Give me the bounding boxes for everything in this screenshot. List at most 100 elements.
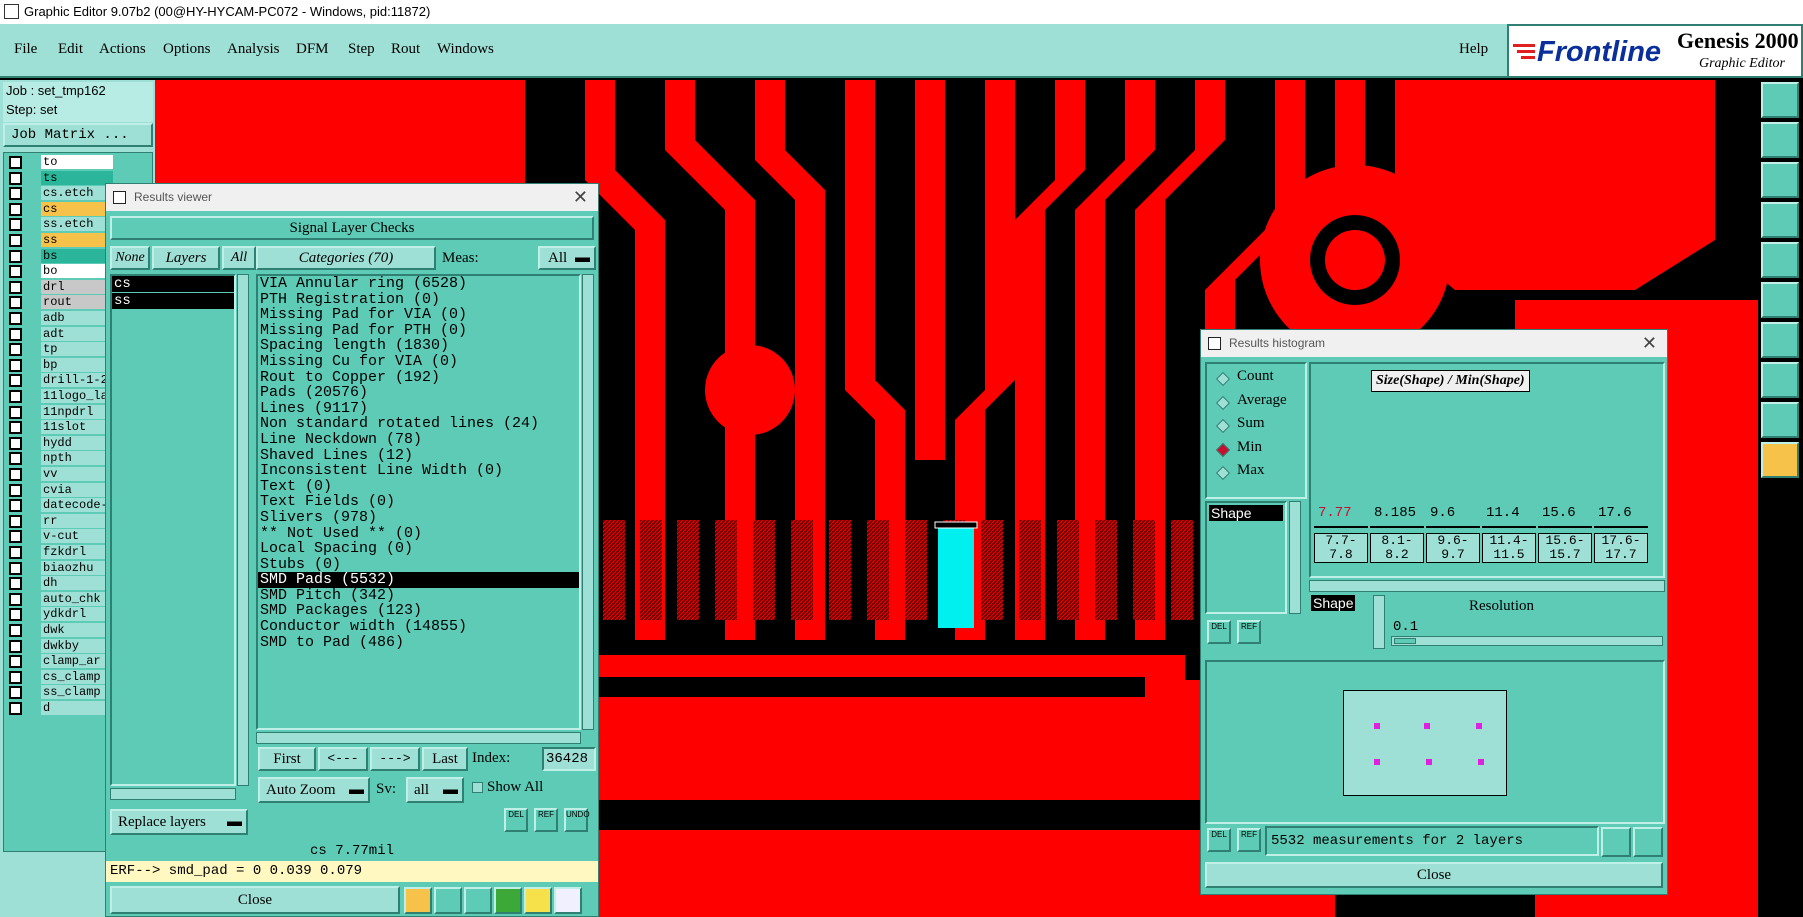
category-item[interactable]: Lines (9117) xyxy=(258,401,579,417)
tool-zoom-fit-icon[interactable] xyxy=(1761,162,1799,198)
menu-help[interactable]: Help xyxy=(1459,41,1488,58)
layer-checkbox[interactable] xyxy=(9,436,22,450)
histogram-bar[interactable] xyxy=(1314,526,1368,532)
layer-row-bo[interactable]: bo xyxy=(9,264,113,279)
layer-row-v-cut[interactable]: v-cut xyxy=(9,529,113,544)
layer-row-dwk[interactable]: dwk xyxy=(9,623,113,638)
histogram-hscrollbar[interactable] xyxy=(1309,580,1665,592)
layer-row-tp[interactable]: tp xyxy=(9,342,113,357)
category-item[interactable]: PTH Registration (0) xyxy=(258,291,579,308)
categories-scrollbar[interactable] xyxy=(582,274,594,730)
layers-scrollbar[interactable] xyxy=(237,274,249,786)
layer-row-vv[interactable]: vv xyxy=(9,467,113,482)
ref-icon[interactable]: REF xyxy=(1237,828,1261,852)
shape-list[interactable]: Shape xyxy=(1205,501,1287,614)
layer-checkbox[interactable] xyxy=(9,390,22,403)
layer-checkbox[interactable] xyxy=(9,592,22,606)
tool-pan-icon[interactable] xyxy=(1761,122,1799,158)
category-item[interactable]: Text Fields (0) xyxy=(258,494,579,510)
ref-icon[interactable]: REF xyxy=(1237,620,1261,644)
layer-checkbox[interactable] xyxy=(9,358,22,372)
layer-checkbox[interactable] xyxy=(9,624,22,637)
layer-row-11slot[interactable]: 11slot xyxy=(9,420,113,435)
mode-radio-min[interactable] xyxy=(1215,442,1231,457)
layer-row-biaozhu[interactable]: biaozhu xyxy=(9,560,113,576)
resolution-scroll[interactable] xyxy=(1373,595,1385,649)
histogram-bin-range[interactable]: 9.6- 9.7 xyxy=(1426,533,1480,563)
filter-icon[interactable] xyxy=(404,887,432,914)
layer-item-ss[interactable]: ss xyxy=(112,293,234,309)
report-icon[interactable] xyxy=(1601,827,1631,857)
layer-row-d[interactable]: d xyxy=(9,701,113,716)
histogram-icon[interactable] xyxy=(554,887,582,914)
histogram-bin-range[interactable]: 15.6- 15.7 xyxy=(1538,533,1592,563)
chart-icon[interactable] xyxy=(1633,827,1663,857)
category-item[interactable]: Non standard rotated lines (24) xyxy=(258,416,579,432)
category-item[interactable]: Rout to Copper (192) xyxy=(258,369,579,386)
layers-button[interactable]: Layers xyxy=(152,246,220,270)
mode-radio-max[interactable] xyxy=(1215,465,1231,481)
layer-row-drill-1-2[interactable]: drill-1-2 xyxy=(9,373,113,388)
menu-step[interactable]: Step xyxy=(348,41,375,58)
layer-checkbox[interactable] xyxy=(9,530,22,544)
layer-row-hydd[interactable]: hydd xyxy=(9,435,113,451)
category-item[interactable]: VIA Annular ring (6528) xyxy=(258,276,579,292)
tool-snap-icon[interactable] xyxy=(1761,242,1799,278)
show-all-checkbox[interactable] xyxy=(472,782,483,793)
layer-row-fzkdrl[interactable]: fzkdrl xyxy=(9,545,113,560)
undo-icon[interactable]: UNDO xyxy=(564,808,590,832)
category-item[interactable]: Missing Pad for PTH (0) xyxy=(258,323,579,339)
histogram-bin-range[interactable]: 11.4- 11.5 xyxy=(1482,533,1536,563)
del-icon[interactable]: DEL xyxy=(1207,620,1231,644)
layer-row-cs-clamp[interactable]: cs_clamp xyxy=(9,669,113,685)
menu-analysis[interactable]: Analysis xyxy=(227,41,280,58)
layer-row-adt[interactable]: adt xyxy=(9,326,113,342)
histogram-bar[interactable] xyxy=(1482,526,1536,532)
category-item[interactable]: Local Spacing (0) xyxy=(258,541,579,557)
layer-checkbox[interactable] xyxy=(9,499,22,513)
stop-icon[interactable] xyxy=(434,887,462,914)
layer-row-adb[interactable]: adb xyxy=(9,311,113,326)
resolution-slider[interactable] xyxy=(1391,636,1663,646)
layer-row-ss[interactable]: ss xyxy=(9,233,113,248)
layer-row-bs[interactable]: bs xyxy=(9,248,113,264)
tool-zoom-home-icon[interactable] xyxy=(1761,82,1799,118)
shape-list-item[interactable]: Shape xyxy=(1209,505,1283,521)
auto-zoom-dropdown[interactable]: Auto Zoom ▬ xyxy=(258,777,370,803)
category-item[interactable]: SMD Pads (5532) xyxy=(258,572,579,588)
layer-checkbox[interactable] xyxy=(9,218,22,232)
menu-rout[interactable]: Rout xyxy=(391,41,420,58)
layer-checkbox[interactable] xyxy=(9,546,22,559)
histogram-bin-range[interactable]: 7.7- 7.8 xyxy=(1314,533,1368,563)
layer-checkbox[interactable] xyxy=(9,686,22,700)
layer-row-cs[interactable]: cs xyxy=(9,201,113,217)
category-item[interactable]: Slivers (978) xyxy=(258,510,579,526)
mode-radio-average[interactable] xyxy=(1215,395,1231,410)
layer-checkbox[interactable] xyxy=(9,312,22,325)
resolution-slider-thumb[interactable] xyxy=(1394,638,1416,644)
shape-scrollbar[interactable] xyxy=(1289,501,1301,614)
replace-layers-dropdown[interactable]: Replace layers ▬ xyxy=(110,809,248,835)
layers-hscrollbar[interactable] xyxy=(110,788,236,800)
histogram-bar[interactable] xyxy=(1426,526,1480,532)
clear-icon[interactable] xyxy=(464,887,492,914)
category-item[interactable]: Text (0) xyxy=(258,479,579,495)
category-item[interactable]: Shaved Lines (12) xyxy=(258,447,579,464)
categories-list[interactable]: VIA Annular ring (6528) PTH Registration … xyxy=(256,274,581,730)
layer-checkbox[interactable] xyxy=(9,234,22,247)
layer-checkbox[interactable] xyxy=(9,577,22,591)
del-icon[interactable]: DEL xyxy=(1207,828,1231,852)
layer-checkbox[interactable] xyxy=(9,280,22,294)
menu-edit[interactable]: Edit xyxy=(58,41,83,58)
category-item[interactable]: Line Neckdown (78) xyxy=(258,432,579,448)
layer-row-to[interactable]: to xyxy=(9,155,113,170)
ref-icon[interactable]: REF xyxy=(534,808,558,832)
index-input[interactable]: 36428 xyxy=(542,747,596,771)
layer-row-datecode-[interactable]: datecode- xyxy=(9,498,113,513)
prev-button[interactable]: <--- xyxy=(318,747,368,771)
category-item[interactable]: Pads (20576) xyxy=(258,385,579,401)
layer-checkbox[interactable] xyxy=(9,702,22,715)
layer-row-clamp-ar[interactable]: clamp_ar xyxy=(9,654,113,669)
layer-row-bp[interactable]: bp xyxy=(9,357,113,373)
category-item[interactable]: SMD Packages (123) xyxy=(258,603,579,619)
